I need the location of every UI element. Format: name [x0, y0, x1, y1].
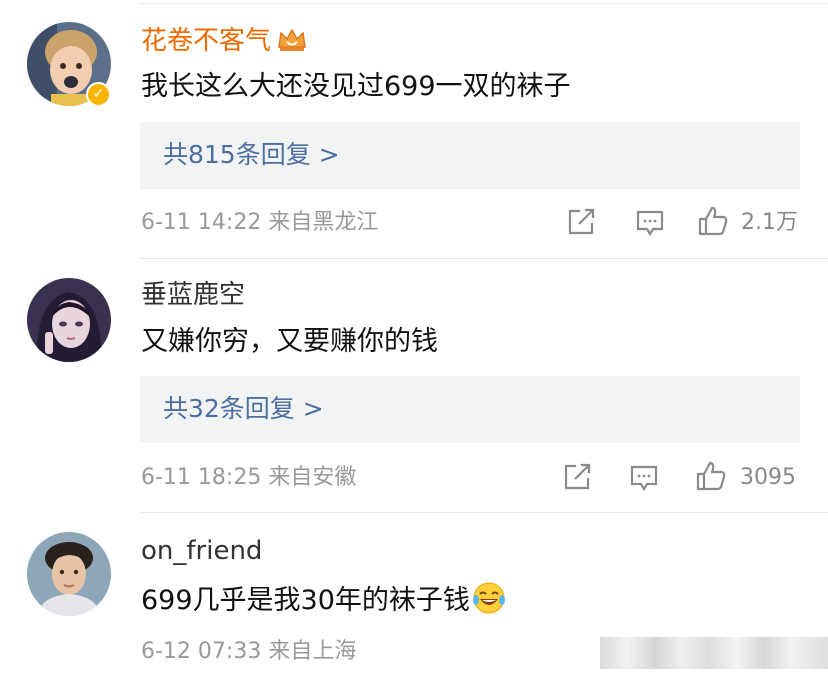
comment-time: 6-11 14:22 [141, 210, 262, 235]
comment-item: ✓ 花卷不客气 我长这么大还没见过699一双的袜子 共815条回复 > 6-11… [0, 0, 828, 258]
comment-meta: 6-11 14:22 来自黑龙江 [141, 209, 378, 237]
comment-text-body: 699几乎是我30年的袜子钱 [141, 585, 470, 616]
like-icon[interactable] [695, 460, 727, 492]
comment-location: 来自上海 [268, 639, 357, 664]
like-icon[interactable] [697, 205, 729, 237]
username-text[interactable]: on_friend [141, 536, 262, 566]
comment-meta: 6-12 07:33 来自上海 [141, 638, 356, 666]
comment-time: 6-12 07:33 [141, 639, 262, 664]
pixelated-action-bar [600, 637, 828, 669]
username[interactable]: 花卷不客气 [141, 26, 307, 56]
share-icon[interactable] [562, 462, 594, 492]
avatar[interactable] [27, 532, 111, 616]
comment-location: 来自黑龙江 [268, 210, 379, 235]
verified-icon: ✓ [86, 82, 111, 107]
avatar[interactable] [27, 278, 111, 362]
crown-icon [278, 28, 306, 51]
like-count: 3095 [740, 465, 796, 490]
username-text[interactable]: 花卷不客气 [141, 26, 271, 56]
like-count: 2.1万 [741, 210, 798, 235]
comment-text: 我长这么大还没见过699一双的袜子 [141, 71, 571, 102]
comment-time: 6-11 18:25 [141, 465, 262, 490]
replies-button[interactable]: 共815条回复 > [140, 122, 800, 189]
comment-icon[interactable] [635, 208, 665, 238]
comment-icon[interactable] [629, 463, 659, 493]
comment-meta: 6-11 18:25 来自安徽 [141, 464, 356, 492]
comment-text: 又嫌你穷，又要赚你的钱 [141, 326, 438, 357]
comment-location: 来自安徽 [268, 465, 357, 490]
username-text[interactable]: 垂蓝鹿空 [141, 280, 245, 310]
share-icon[interactable] [566, 207, 598, 237]
comment-text: 699几乎是我30年的袜子钱 [141, 581, 506, 617]
comment-item: 垂蓝鹿空 又嫌你穷，又要赚你的钱 共32条回复 > 6-11 18:25 来自安… [0, 258, 828, 512]
replies-label[interactable]: 共815条回复 > [163, 139, 340, 171]
replies-button[interactable]: 共32条回复 > [140, 376, 800, 443]
replies-label[interactable]: 共32条回复 > [163, 393, 324, 425]
username[interactable]: 垂蓝鹿空 [141, 280, 245, 310]
laughing-tears-icon [472, 582, 505, 614]
username[interactable]: on_friend [141, 536, 262, 566]
